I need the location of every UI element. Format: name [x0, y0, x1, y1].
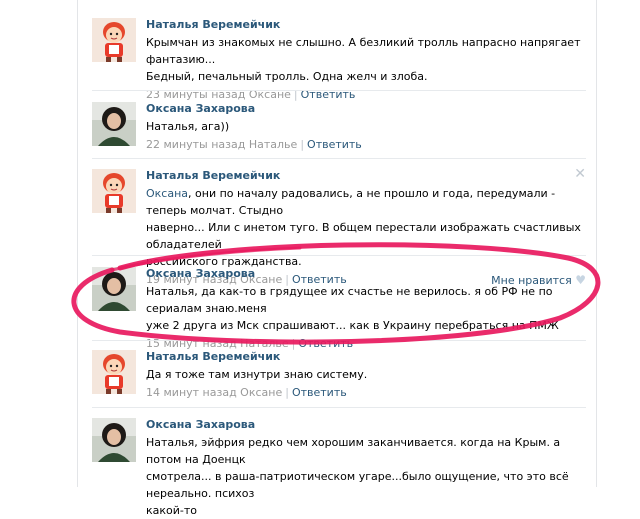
comment-time[interactable]: 15 минут назад Наталье	[146, 337, 289, 350]
comment-text: Крымчан из знакомых не слышно. А безлики…	[146, 36, 581, 83]
divider	[92, 340, 586, 341]
comment-author[interactable]: Наталья Веремейчик	[146, 169, 586, 183]
mention-link[interactable]: Оксана	[146, 187, 188, 200]
avatar[interactable]	[92, 267, 136, 311]
reply-link[interactable]: Ответить	[307, 138, 362, 151]
frame-right-border	[596, 0, 597, 487]
comment-meta: 14 минут назад Оксане | Ответить	[146, 386, 347, 399]
comment-text: Наталья, эйфрия редко чем хорошим заканч…	[146, 436, 569, 517]
comment-author[interactable]: Оксана Захарова	[146, 267, 586, 281]
comment-author[interactable]: Оксана Захарова	[146, 418, 586, 432]
comment-time[interactable]: 22 минуты назад Наталье	[146, 138, 297, 151]
comment-author[interactable]: Оксана Захарова	[146, 102, 586, 116]
avatar[interactable]	[92, 18, 136, 62]
close-icon[interactable]: ✕	[574, 166, 586, 182]
avatar[interactable]	[92, 350, 136, 394]
reply-link[interactable]: Ответить	[292, 386, 347, 399]
comment-author[interactable]: Наталья Веремейчик	[146, 350, 586, 364]
comment-text: Наталья, да как-то в грядущее их счастье…	[146, 285, 559, 332]
divider	[92, 158, 586, 159]
comment-author[interactable]: Наталья Веремейчик	[146, 18, 586, 32]
avatar[interactable]	[92, 102, 136, 146]
comment-meta: 22 минуты назад Наталье | Ответить	[146, 138, 362, 151]
comment-text: Оксана, они по началу радовались, а не п…	[146, 187, 581, 268]
avatar[interactable]	[92, 169, 136, 213]
comment-time[interactable]: 14 минут назад Оксане	[146, 386, 282, 399]
comment-text: Да я тоже там изнутри знаю систему.	[146, 368, 368, 381]
comment-text: Наталья, ага))	[146, 120, 230, 133]
divider	[92, 90, 586, 91]
divider	[92, 407, 586, 408]
avatar[interactable]	[92, 418, 136, 462]
divider	[92, 255, 586, 256]
frame-left-border	[77, 0, 78, 487]
reply-link[interactable]: Ответить	[298, 337, 353, 350]
